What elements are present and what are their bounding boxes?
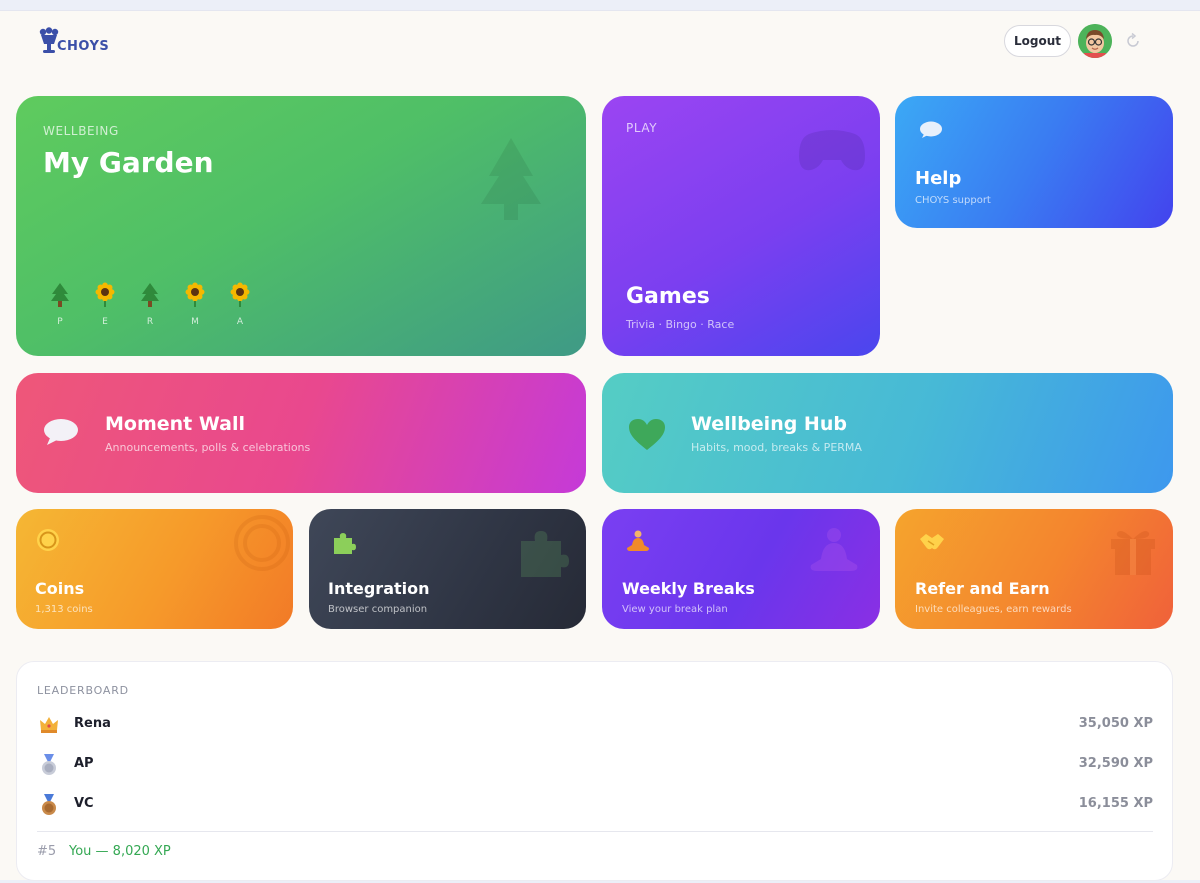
help-subtitle: CHOYS support bbox=[915, 195, 991, 206]
logo[interactable]: CHOYS bbox=[38, 27, 118, 63]
games-card[interactable]: PLAY Games Trivia · Bingo · Race bbox=[602, 96, 880, 356]
moment-wall-card[interactable]: Moment Wall Announcements, polls & celeb… bbox=[16, 373, 586, 493]
weekly-breaks-subtitle: View your break plan bbox=[622, 604, 728, 615]
tree-icon bbox=[51, 283, 69, 307]
games-eyebrow: PLAY bbox=[626, 121, 658, 135]
perma-label-r: R bbox=[146, 317, 154, 327]
perma-plant-e[interactable] bbox=[93, 282, 117, 308]
weekly-breaks-card[interactable]: Weekly Breaks View your break plan bbox=[602, 509, 880, 629]
avatar[interactable] bbox=[1078, 24, 1112, 58]
leaderboard-xp: 35,050 XP bbox=[1078, 716, 1153, 731]
gift-watermark-icon bbox=[1111, 531, 1155, 575]
refer-subtitle: Invite colleagues, earn rewards bbox=[915, 604, 1072, 615]
gamepad-watermark-icon bbox=[799, 130, 865, 171]
moment-wall-title: Moment Wall bbox=[105, 413, 245, 435]
perma-plant-p[interactable] bbox=[48, 282, 72, 308]
perma-label-m: M bbox=[191, 317, 199, 327]
weekly-breaks-title: Weekly Breaks bbox=[622, 579, 755, 598]
refer-and-earn-card[interactable]: Refer and Earn Invite colleagues, earn r… bbox=[895, 509, 1173, 629]
your-rank: #5 bbox=[37, 844, 57, 859]
perma-plant-r[interactable] bbox=[138, 282, 162, 308]
perma-label-e: E bbox=[102, 317, 108, 327]
wellbeing-hub-title: Wellbeing Hub bbox=[691, 413, 847, 435]
leaderboard-name: AP bbox=[74, 756, 94, 771]
wellbeing-hub-subtitle: Habits, mood, breaks & PERMA bbox=[691, 441, 862, 454]
leaderboard-row[interactable]: VC 16,155 XP bbox=[37, 790, 1153, 820]
leaderboard-panel: LEADERBOARD Rena 35,050 XP AP 32,590 XP bbox=[16, 661, 1173, 881]
logout-button[interactable]: Logout bbox=[1004, 25, 1071, 57]
meditation-watermark-icon bbox=[810, 528, 858, 571]
my-garden-card[interactable]: WELLBEING My Garden P E R M A bbox=[16, 96, 586, 356]
coins-card[interactable]: Coins 1,313 coins bbox=[16, 509, 293, 629]
user-avatar-icon bbox=[1078, 24, 1112, 58]
sunflower-icon bbox=[185, 282, 205, 307]
sunflower-icon bbox=[230, 282, 250, 307]
header: CHOYS Logout bbox=[0, 11, 1200, 81]
leaderboard-row[interactable]: AP 32,590 XP bbox=[37, 750, 1153, 780]
bronze-medal-icon bbox=[42, 794, 56, 815]
games-title: Games bbox=[626, 284, 710, 309]
moment-wall-subtitle: Announcements, polls & celebrations bbox=[105, 441, 311, 454]
leaderboard-heading: LEADERBOARD bbox=[37, 684, 129, 697]
leaderboard-divider bbox=[37, 831, 1153, 832]
coin-icon bbox=[37, 529, 59, 551]
integration-card[interactable]: Integration Browser companion bbox=[309, 509, 586, 629]
speech-bubble-icon bbox=[920, 121, 942, 138]
app-frame: CHOYS Logout WELLBEING My Garden P E R M… bbox=[0, 10, 1200, 881]
puzzle-icon bbox=[334, 533, 356, 554]
speech-bubble-icon bbox=[44, 419, 78, 445]
refer-title: Refer and Earn bbox=[915, 579, 1050, 598]
wellbeing-hub-card[interactable]: Wellbeing Hub Habits, mood, breaks & PER… bbox=[602, 373, 1173, 493]
puzzle-watermark-icon bbox=[521, 531, 569, 577]
sunflower-icon bbox=[95, 282, 115, 307]
integration-subtitle: Browser companion bbox=[328, 604, 428, 615]
perma-plant-m[interactable] bbox=[183, 282, 207, 308]
perma-label-p: P bbox=[57, 317, 63, 327]
leaderboard-name: Rena bbox=[74, 716, 111, 731]
heart-icon bbox=[629, 419, 665, 450]
integration-title: Integration bbox=[328, 579, 430, 598]
silver-medal-icon bbox=[42, 754, 56, 775]
perma-label-a: A bbox=[236, 317, 244, 327]
coins-title: Coins bbox=[35, 579, 85, 598]
perma-plant-a[interactable] bbox=[228, 282, 252, 308]
games-subtitle: Trivia · Bingo · Race bbox=[626, 318, 735, 331]
coins-subtitle: 1,313 coins bbox=[35, 604, 93, 615]
garden-title: My Garden bbox=[43, 146, 214, 179]
crown-icon bbox=[40, 717, 58, 733]
logo-text: CHOYS bbox=[57, 39, 110, 54]
help-title: Help bbox=[915, 168, 962, 189]
your-score: You — 8,020 XP bbox=[69, 844, 171, 859]
refresh-icon[interactable] bbox=[1124, 32, 1142, 50]
coin-watermark-icon bbox=[234, 515, 290, 571]
meditation-icon bbox=[627, 530, 649, 551]
garden-eyebrow: WELLBEING bbox=[43, 124, 119, 138]
tree-watermark-icon bbox=[481, 138, 541, 220]
leaderboard-xp: 32,590 XP bbox=[1078, 756, 1153, 771]
leaderboard-xp: 16,155 XP bbox=[1078, 796, 1153, 811]
leaderboard-name: VC bbox=[74, 796, 94, 811]
tree-icon bbox=[141, 283, 159, 307]
help-card[interactable]: Help CHOYS support bbox=[895, 96, 1173, 228]
handshake-icon bbox=[920, 534, 944, 550]
leaderboard-row[interactable]: Rena 35,050 XP bbox=[37, 710, 1153, 740]
